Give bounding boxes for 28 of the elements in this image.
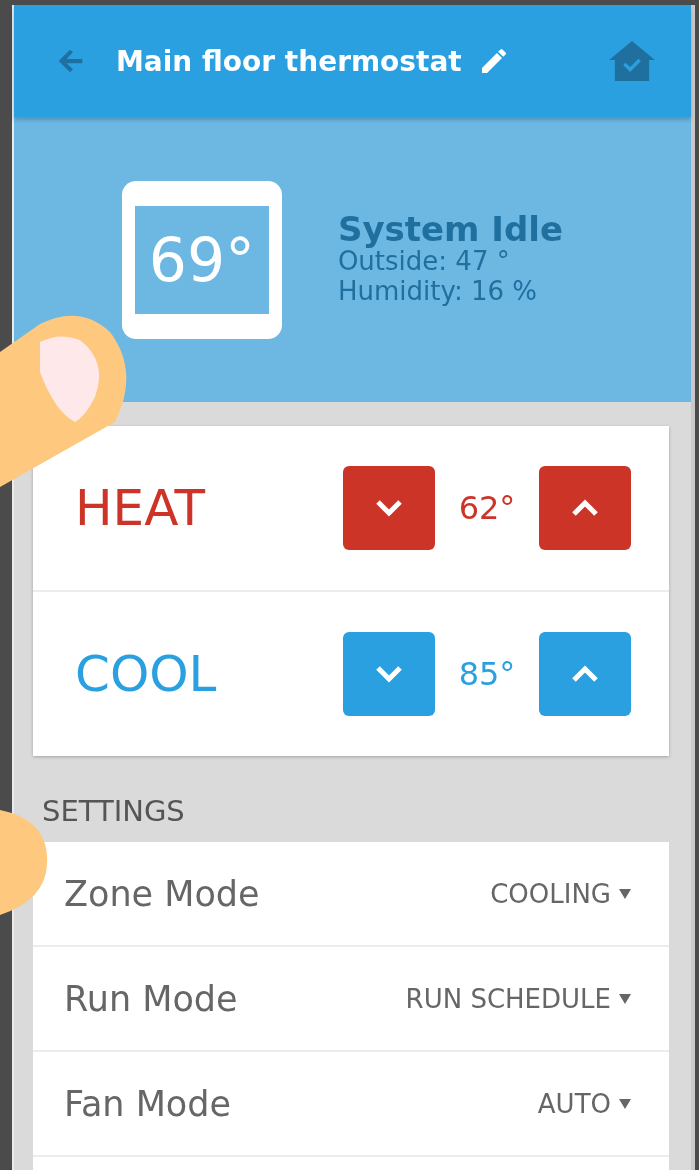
increase-button[interactable] xyxy=(539,632,631,716)
setting-label: Zone Mode xyxy=(64,873,261,914)
dropdown-triangle-icon xyxy=(619,888,631,899)
setpoint-value: 62° xyxy=(457,489,517,527)
humidity-reading: Humidity: 16 % xyxy=(337,277,538,308)
chevron-down-icon xyxy=(374,664,404,684)
decrease-button[interactable] xyxy=(343,632,435,716)
setting-label: Run Mode xyxy=(64,978,239,1019)
mode-label: HEAT xyxy=(75,479,207,537)
home-check-icon xyxy=(609,41,655,81)
chevron-up-icon xyxy=(570,664,600,684)
thermostat-title: Main floor thermostat xyxy=(116,44,462,78)
dropdown-triangle-icon xyxy=(619,993,631,1004)
setting-dropdown[interactable]: RUN SCHEDULE xyxy=(405,983,631,1014)
settings-heading: SETTINGS xyxy=(41,793,186,830)
chevron-up-icon xyxy=(570,498,600,518)
setting-label: Fan Mode xyxy=(64,1083,233,1124)
home-button[interactable] xyxy=(609,41,655,81)
setting-dropdown[interactable]: AUTO xyxy=(537,1088,631,1119)
dropdown-triangle-icon xyxy=(619,1098,631,1109)
setpoint-value: 85° xyxy=(457,655,517,693)
outside-temperature: Outside: 47 ° xyxy=(337,247,511,278)
mode-label: COOL xyxy=(75,645,218,703)
increase-button[interactable] xyxy=(539,466,631,550)
current-temperature: 69° xyxy=(148,224,256,295)
chevron-down-icon xyxy=(374,498,404,518)
setting-dropdown[interactable]: COOLING xyxy=(490,878,631,909)
decrease-button[interactable] xyxy=(343,466,435,550)
